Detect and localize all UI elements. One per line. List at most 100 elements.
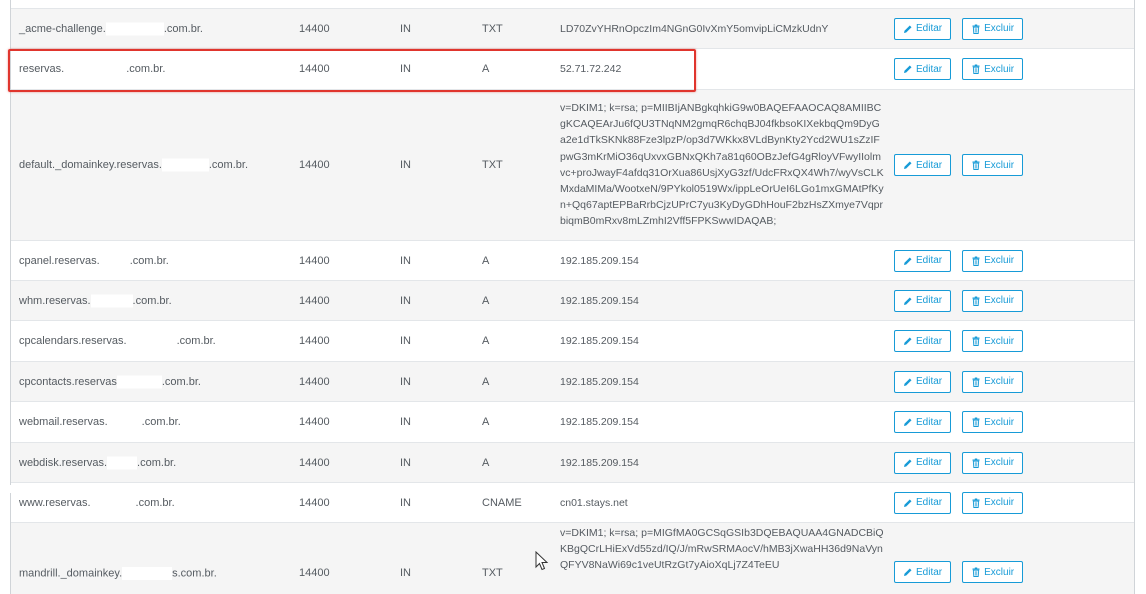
record-name: cpcalendars.reservas. .com.br. xyxy=(19,334,216,348)
record-name-suffix: .com.br. xyxy=(126,62,166,75)
record-value: 52.71.72.242 xyxy=(560,62,622,75)
edit-record-button[interactable]: Editar xyxy=(894,411,952,433)
record-class: IN xyxy=(400,567,411,579)
record-type: TXT xyxy=(482,159,503,171)
record-class: IN xyxy=(400,335,411,347)
record-name: default._domainkey.reservas. .com.br. xyxy=(19,158,248,172)
record-ttl: 14400 xyxy=(299,335,330,347)
record-name-suffix: .com.br. xyxy=(141,415,181,428)
dns-record-row: cpcontacts.reservas .com.br. 14400 IN A 192.1… xyxy=(11,362,1134,402)
redacted-domain xyxy=(90,496,136,509)
delete-record-button[interactable]: Excluir xyxy=(962,451,1024,474)
trash-icon xyxy=(971,24,981,34)
record-name-suffix: .com.br. xyxy=(163,22,203,35)
redacted-domain xyxy=(107,415,142,429)
delete-record-button[interactable]: Excluir xyxy=(962,411,1024,433)
delete-record-button[interactable]: Excluir xyxy=(962,330,1024,352)
delete-record-button[interactable]: Excluir xyxy=(962,249,1024,272)
trash-icon xyxy=(971,458,981,468)
delete-label: Excluir xyxy=(984,63,1015,75)
record-name-suffix: .com.br. xyxy=(176,334,216,347)
record-name: _acme-challenge. .com.br. xyxy=(19,22,203,35)
delete-label: Excluir xyxy=(984,295,1015,306)
edit-record-button[interactable]: Editar xyxy=(894,451,952,474)
edit-record-button[interactable]: Editar xyxy=(894,289,952,312)
delete-record-button[interactable]: Excluir xyxy=(962,17,1024,40)
edit-record-button[interactable]: Editar xyxy=(894,491,952,514)
delete-record-button[interactable]: Excluir xyxy=(962,154,1024,176)
record-class: IN xyxy=(400,159,411,171)
dns-zone-table-view: _acme-challenge. .com.br. 14400 IN TXT LD70Zv… xyxy=(0,0,1146,594)
delete-label: Excluir xyxy=(984,255,1015,266)
record-type: A xyxy=(482,294,490,307)
delete-record-button[interactable]: Excluir xyxy=(962,289,1024,312)
pencil-icon xyxy=(903,24,913,34)
edit-label: Editar xyxy=(916,566,943,578)
record-name-prefix: cpcalendars.reservas. xyxy=(19,334,127,347)
record-name: reservas. .com.br. xyxy=(19,62,166,76)
record-name-prefix: default._domainkey.reservas. xyxy=(19,158,162,171)
edit-record-button[interactable]: Editar xyxy=(894,58,952,80)
record-actions: Editar Excluir xyxy=(894,561,1024,583)
record-ttl: 14400 xyxy=(299,294,330,307)
record-ttl: 14400 xyxy=(299,22,330,35)
record-name-prefix: webmail.reservas. xyxy=(19,415,108,428)
edit-record-button[interactable]: Editar xyxy=(894,330,952,352)
delete-label: Excluir xyxy=(984,416,1015,428)
redacted-domain xyxy=(105,22,164,35)
record-name-suffix: .com.br. xyxy=(208,158,248,171)
record-actions: Editar Excluir xyxy=(894,289,1024,312)
record-name-prefix: cpcontacts.reservas xyxy=(19,375,117,388)
record-ttl: 14400 xyxy=(299,456,330,469)
record-type: A xyxy=(482,375,490,388)
record-class: IN xyxy=(400,254,411,267)
edit-label: Editar xyxy=(916,376,943,387)
record-ttl: 14400 xyxy=(299,416,330,428)
edit-record-button[interactable]: Editar xyxy=(894,17,952,40)
record-type: TXT xyxy=(482,567,503,579)
delete-record-button[interactable]: Excluir xyxy=(962,561,1024,583)
mask-strip xyxy=(0,485,672,493)
record-class: IN xyxy=(400,294,411,307)
pencil-icon xyxy=(903,498,913,508)
record-value: cn01.stays.net xyxy=(560,496,628,509)
record-name-prefix: cpanel.reservas. xyxy=(19,254,100,267)
dns-record-row: mandrill._domainkey. s.com.br. 14400 IN TXT v… xyxy=(11,523,1134,594)
record-ttl: 14400 xyxy=(299,375,330,388)
record-value: v=DKIM1; k=rsa; p=MIIBIjANBgkqhkiG9w0BAQ… xyxy=(560,102,884,228)
delete-label: Excluir xyxy=(984,497,1015,508)
record-name-suffix: .com.br. xyxy=(135,496,175,509)
record-value: 192.185.209.154 xyxy=(560,334,639,347)
trash-icon xyxy=(971,296,981,306)
edit-label: Editar xyxy=(916,457,943,468)
record-name: www.reservas. .com.br. xyxy=(19,496,175,509)
record-class: IN xyxy=(400,375,411,388)
record-name-suffix: .com.br. xyxy=(137,456,177,469)
record-class: IN xyxy=(400,63,411,75)
pencil-icon xyxy=(903,567,913,577)
record-actions: Editar Excluir xyxy=(894,58,1024,80)
edit-label: Editar xyxy=(916,23,943,34)
pencil-icon xyxy=(903,256,913,266)
record-type: A xyxy=(482,456,490,469)
record-actions: Editar Excluir xyxy=(894,249,1024,272)
record-name-prefix: whm.reservas. xyxy=(19,294,91,307)
delete-record-button[interactable]: Excluir xyxy=(962,370,1024,393)
edit-record-button[interactable]: Editar xyxy=(894,370,952,393)
record-class: IN xyxy=(400,416,411,428)
redacted-domain xyxy=(126,334,177,348)
record-value: 192.185.209.154 xyxy=(560,254,639,267)
trash-icon xyxy=(971,417,981,427)
record-value: 192.185.209.154 xyxy=(560,415,639,428)
record-actions: Editar Excluir xyxy=(894,491,1024,514)
record-name-prefix: www.reservas. xyxy=(19,496,91,509)
record-name: mandrill._domainkey. s.com.br. xyxy=(19,567,217,580)
delete-record-button[interactable]: Excluir xyxy=(962,58,1024,80)
record-name-prefix: mandrill._domainkey. xyxy=(19,567,123,580)
delete-record-button[interactable]: Excluir xyxy=(962,491,1024,514)
edit-record-button[interactable]: Editar xyxy=(894,154,952,176)
edit-label: Editar xyxy=(916,63,943,75)
edit-record-button[interactable]: Editar xyxy=(894,561,952,583)
edit-record-button[interactable]: Editar xyxy=(894,249,952,272)
delete-label: Excluir xyxy=(984,566,1015,578)
